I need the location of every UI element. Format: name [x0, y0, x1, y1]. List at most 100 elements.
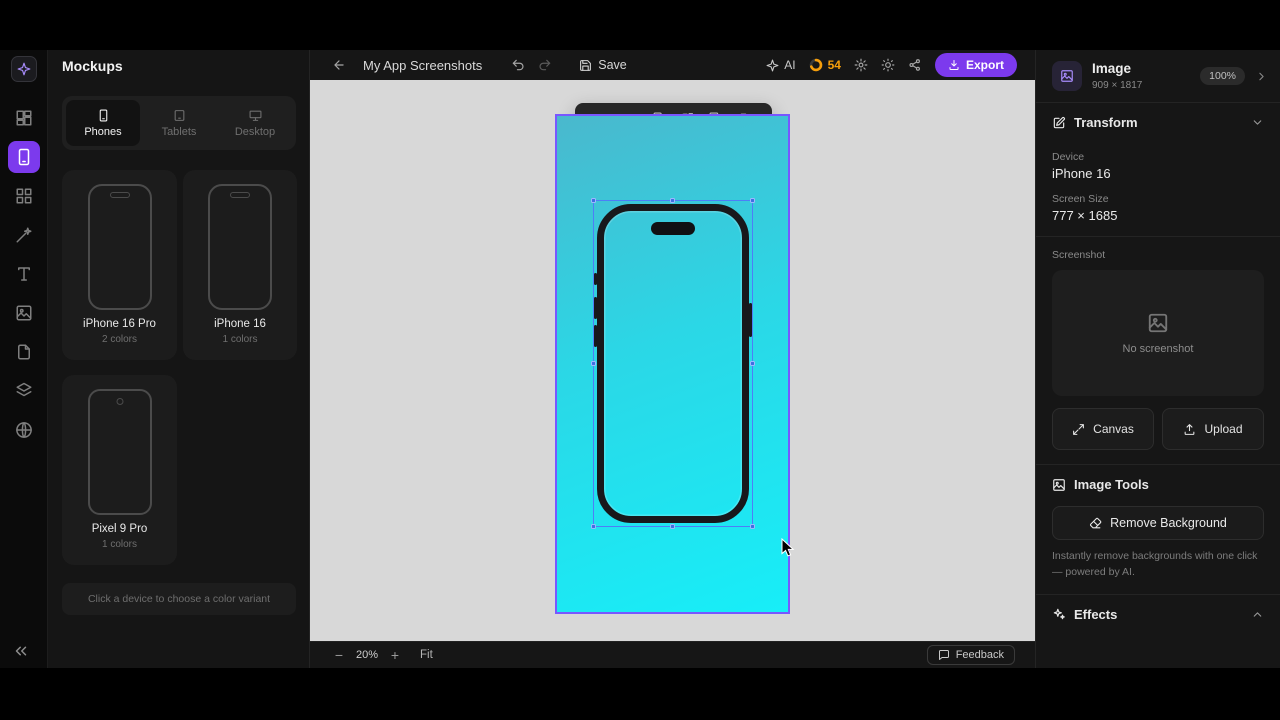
- remove-background-label: Remove Background: [1110, 516, 1227, 530]
- sidebar-item-dashboard[interactable]: [8, 102, 40, 134]
- sidebar-item-magic[interactable]: [8, 219, 40, 251]
- no-image-icon: [1148, 313, 1168, 332]
- back-icon: [334, 60, 344, 70]
- redo-button[interactable]: [538, 58, 552, 72]
- selection-handle[interactable]: [591, 524, 596, 529]
- save-icon: [580, 59, 592, 71]
- selection-handle[interactable]: [750, 360, 755, 366]
- tablet-icon: [174, 109, 184, 121]
- square-pen-icon: [1053, 116, 1065, 128]
- upload-button[interactable]: Upload: [1162, 408, 1264, 450]
- remove-background-button[interactable]: Remove Background: [1052, 506, 1264, 540]
- fit-button[interactable]: Fit: [420, 649, 433, 661]
- device-notch: [230, 192, 250, 198]
- top-toolbar: My App Screenshots Save AI 54 Export: [310, 50, 1035, 80]
- screenshot-placeholder[interactable]: No screenshot: [1052, 270, 1264, 396]
- phone-mockup[interactable]: [594, 204, 752, 523]
- properties-panel: Image 909 × 1817 100% Transform Device i…: [1035, 50, 1280, 668]
- export-button[interactable]: Export: [934, 53, 1017, 77]
- device-field-label: Device: [1052, 151, 1085, 163]
- sidebar-item-images[interactable]: [8, 297, 40, 329]
- device-field-value: iPhone 16: [1052, 166, 1111, 181]
- chevron-right-icon: [1259, 72, 1264, 80]
- volume-up-button: [594, 297, 597, 319]
- globe-icon: [16, 422, 32, 438]
- expand-header-button[interactable]: [1255, 70, 1268, 83]
- device-colors: 1 colors: [101, 539, 137, 550]
- device-card-iphone-16[interactable]: iPhone 16 1 colors: [183, 170, 297, 360]
- theme-toggle-button[interactable]: [881, 58, 895, 72]
- device-type-tabs: Phones Tablets Desktop: [62, 96, 296, 150]
- selection-handle[interactable]: [670, 524, 675, 529]
- eraser-icon: [1090, 517, 1102, 528]
- save-button[interactable]: Save: [579, 58, 627, 72]
- feedback-icon: [938, 650, 949, 660]
- image-tool-icon: [16, 305, 32, 321]
- credits-indicator[interactable]: 54: [809, 58, 841, 72]
- mockups-icon: [18, 148, 30, 166]
- zoom-out-button[interactable]: −: [330, 647, 348, 663]
- chevron-up-icon: [1253, 611, 1262, 617]
- device-notch: [109, 192, 130, 198]
- tab-tablets[interactable]: Tablets: [142, 100, 216, 146]
- artboard[interactable]: [557, 116, 788, 612]
- selection-handle[interactable]: [750, 198, 755, 203]
- sidebar-item-pages[interactable]: [8, 336, 40, 368]
- selection-handle[interactable]: [750, 524, 755, 529]
- pages-icon: [18, 344, 30, 360]
- sidebar-item-globe[interactable]: [8, 414, 40, 446]
- collapse-effects-button[interactable]: [1251, 608, 1264, 621]
- power-button: [749, 303, 752, 337]
- project-name[interactable]: My App Screenshots: [363, 58, 482, 73]
- image-tools-section-header[interactable]: Image Tools: [1036, 465, 1280, 504]
- tab-phones[interactable]: Phones: [66, 100, 140, 146]
- undo-button[interactable]: [511, 58, 525, 72]
- screenshot-actions: Canvas Upload: [1052, 408, 1264, 450]
- layers-icon: [16, 382, 32, 397]
- object-dimensions: 909 × 1817: [1092, 79, 1143, 91]
- editor-center: My App Screenshots Save AI 54 Export − 2…: [310, 50, 1035, 668]
- device-card-iphone-16-pro[interactable]: iPhone 16 Pro 2 colors: [62, 170, 177, 360]
- share-icon: [909, 59, 920, 71]
- sidebar-item-templates[interactable]: [8, 180, 40, 212]
- device-card-pixel-9-pro[interactable]: Pixel 9 Pro 1 colors: [62, 375, 177, 565]
- zoom-in-button[interactable]: +: [386, 647, 404, 663]
- collapse-transform-button[interactable]: [1251, 116, 1264, 129]
- mute-switch: [594, 273, 597, 285]
- canvas-area[interactable]: [310, 80, 1035, 641]
- device-name: iPhone 16: [214, 318, 266, 330]
- dashboard-icon: [16, 110, 32, 126]
- magic-wand-icon: [16, 227, 32, 243]
- tab-desktop[interactable]: Desktop: [218, 100, 292, 146]
- sidebar-item-layers[interactable]: [8, 375, 40, 407]
- ai-button[interactable]: AI: [766, 58, 796, 72]
- app-logo[interactable]: [11, 56, 37, 82]
- letterbox-bottom: [0, 668, 1280, 720]
- back-button[interactable]: [332, 58, 346, 72]
- chevron-down-icon: [1253, 120, 1262, 125]
- remove-background-description: Instantly remove backgrounds with one cl…: [1052, 550, 1258, 578]
- sidebar-item-text[interactable]: [8, 258, 40, 290]
- effects-label: Effects: [1074, 606, 1118, 622]
- transform-section-header[interactable]: Transform: [1036, 103, 1280, 142]
- settings-button[interactable]: [854, 58, 868, 72]
- icon-rail: [0, 50, 48, 668]
- selection-handle[interactable]: [591, 198, 596, 203]
- maximize-icon: [1073, 423, 1085, 435]
- share-button[interactable]: [908, 58, 922, 72]
- effects-section-header[interactable]: Effects: [1036, 595, 1280, 634]
- transform-label: Transform: [1074, 115, 1138, 130]
- selection-handle[interactable]: [670, 198, 675, 203]
- zoom-level[interactable]: 20%: [348, 649, 386, 661]
- ai-label: AI: [784, 58, 796, 72]
- canvas-button[interactable]: Canvas: [1052, 408, 1154, 450]
- collapse-sidebar-button[interactable]: [12, 642, 30, 660]
- sidebar-item-mockups[interactable]: [8, 141, 40, 173]
- screenshot-label: Screenshot: [1052, 249, 1106, 261]
- feedback-button[interactable]: Feedback: [926, 645, 1015, 665]
- credits-value: 54: [827, 58, 841, 72]
- device-colors: 2 colors: [101, 334, 137, 345]
- tab-label: Desktop: [234, 125, 276, 138]
- scale-badge[interactable]: 100%: [1200, 67, 1245, 85]
- selection-handle[interactable]: [591, 360, 596, 366]
